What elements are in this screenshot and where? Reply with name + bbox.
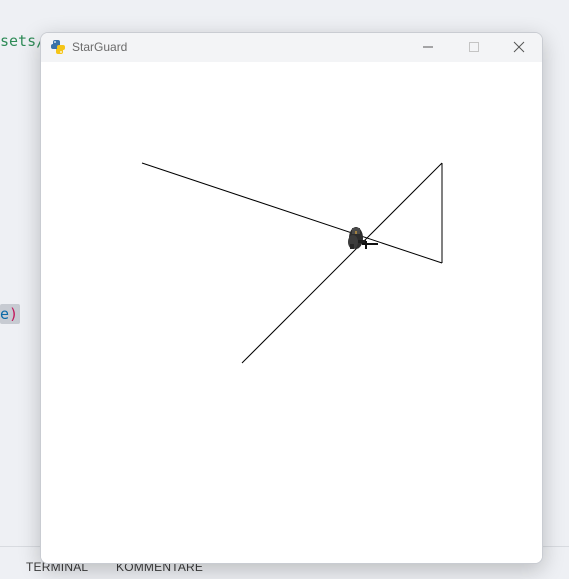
maximize-button[interactable] bbox=[451, 33, 497, 62]
code-fragment: sets/ bbox=[0, 32, 46, 50]
minimize-button[interactable] bbox=[405, 33, 451, 62]
python-icon bbox=[50, 39, 66, 55]
trajectory-line bbox=[241, 162, 443, 364]
close-icon bbox=[513, 41, 525, 53]
game-scene bbox=[141, 162, 443, 364]
code-fragment-text: e bbox=[0, 305, 10, 323]
game-canvas[interactable] bbox=[41, 62, 542, 563]
code-fragment-paren: ) bbox=[9, 305, 19, 323]
player-ship-sprite bbox=[348, 227, 378, 249]
code-fragment-highlighted: e) bbox=[0, 304, 21, 324]
window-title: StarGuard bbox=[72, 40, 128, 54]
game-window: StarGuard bbox=[40, 32, 543, 564]
maximize-icon bbox=[469, 42, 479, 52]
trajectory-line bbox=[141, 162, 443, 264]
window-titlebar[interactable]: StarGuard bbox=[41, 33, 542, 62]
minimize-icon bbox=[423, 46, 433, 48]
close-button[interactable] bbox=[496, 33, 542, 62]
